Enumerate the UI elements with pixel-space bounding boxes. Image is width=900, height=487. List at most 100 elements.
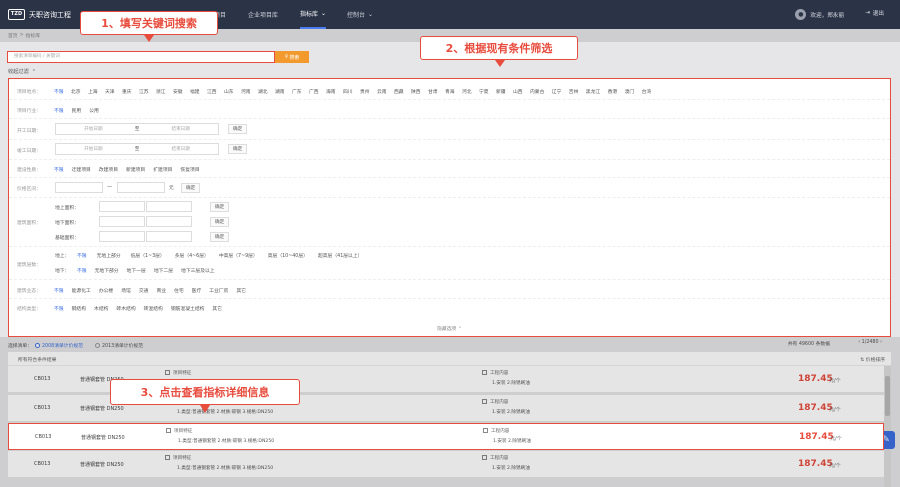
filter-option[interactable]: 宁夏 [479, 88, 489, 95]
area-foundation-min-input[interactable] [99, 231, 145, 242]
filter-option[interactable]: 其它 [236, 287, 246, 294]
filter-option[interactable]: 钢结构 [72, 305, 86, 312]
filter-option[interactable]: 民用 [72, 107, 82, 114]
filter-option[interactable]: 地下二层 [154, 267, 173, 274]
filter-option[interactable]: 中高层（7~9层） [219, 252, 258, 259]
filter-option[interactable]: 医疗 [192, 287, 202, 294]
filter-option[interactable]: 不限 [77, 252, 87, 259]
filter-option[interactable]: 砖混结构 [144, 305, 163, 312]
filter-option[interactable]: 北京 [71, 88, 81, 95]
filter-option[interactable]: 新建项目 [126, 166, 145, 173]
filter-option[interactable]: 山东 [224, 88, 234, 95]
filter-option[interactable]: 黑龙江 [586, 88, 600, 95]
search-input[interactable]: 搜索清单编码 / 关键词 [7, 51, 275, 63]
area-above-confirm-button[interactable]: 确定 [210, 202, 230, 212]
filter-option[interactable]: 其它 [212, 305, 222, 312]
filter-option[interactable]: 四川 [343, 88, 353, 95]
filter-option[interactable]: 多层（4~6层） [175, 252, 209, 259]
filter-option[interactable]: 工业厂房 [209, 287, 228, 294]
filter-toggle[interactable]: 收起过滤 ⌃ [8, 68, 36, 76]
area-below-min-input[interactable] [99, 216, 145, 227]
nav-item-index-library[interactable]: 指标库 ⌄ [300, 0, 327, 29]
filter-option[interactable]: 办公楼 [99, 287, 113, 294]
filter-option[interactable]: 新疆 [496, 88, 506, 95]
area-below-confirm-button[interactable]: 确定 [210, 217, 230, 227]
list-item[interactable]: CB013 普通钢套管 DN250 项目特征 1.类型:普通钢套管 2.材质:碳钢 3… [8, 423, 884, 450]
filter-option[interactable]: 恢复项目 [180, 166, 199, 173]
filter-option[interactable]: 天津 [105, 88, 115, 95]
filter-option[interactable]: 澳门 [625, 88, 635, 95]
filter-option[interactable]: 内蒙古 [530, 88, 544, 95]
filter-option[interactable]: 上海 [88, 88, 98, 95]
filter-option[interactable]: 交通 [139, 287, 149, 294]
start-date-range[interactable]: 开始日期 至 结束日期 [55, 123, 219, 135]
filter-option[interactable]: 青海 [445, 88, 455, 95]
filter-option[interactable]: 台湾 [642, 88, 652, 95]
start-date-to[interactable]: 结束日期 [143, 126, 218, 132]
filter-option[interactable]: 福建 [190, 88, 200, 95]
filter-option[interactable]: 不限 [54, 166, 64, 173]
filter-option[interactable]: 木结构 [94, 305, 108, 312]
user-menu[interactable]: ● 欢迎，郑永丽 [795, 9, 844, 20]
area-foundation-max-input[interactable] [146, 231, 192, 242]
filter-option[interactable]: 河南 [241, 88, 251, 95]
filter-option[interactable]: 山西 [513, 88, 523, 95]
filter-option[interactable]: 地下三层及以上 [181, 267, 215, 274]
filter-option[interactable]: 砖木结构 [116, 305, 135, 312]
filter-option[interactable]: 不限 [54, 107, 64, 114]
filter-option[interactable]: 场馆 [121, 287, 131, 294]
filter-option[interactable]: 无地上部分 [97, 252, 121, 259]
filter-option[interactable]: 吉林 [569, 88, 579, 95]
logo[interactable]: TZD 天职咨询工程 [8, 9, 71, 20]
nav-item-enterprise-library[interactable]: 企业项目库 [248, 0, 278, 29]
filter-option[interactable]: 无地下部分 [95, 267, 119, 274]
price-max-input[interactable] [117, 182, 165, 193]
filter-option[interactable]: 云南 [377, 88, 387, 95]
item-name[interactable]: 普通钢套管 DN250 [81, 434, 125, 441]
filter-option[interactable]: 不限 [54, 287, 64, 294]
area-below-max-input[interactable] [146, 216, 192, 227]
filter-option[interactable]: 陕西 [411, 88, 421, 95]
collapse-options-link[interactable]: 隐藏选项 ⌃ [9, 325, 890, 332]
area-foundation-confirm-button[interactable]: 确定 [210, 232, 230, 242]
filter-option[interactable]: 能源化工 [72, 287, 91, 294]
filter-option[interactable]: 住宅 [174, 287, 184, 294]
filter-option[interactable]: 浙江 [156, 88, 166, 95]
filter-option[interactable]: 重庆 [122, 88, 132, 95]
start-date-from[interactable]: 开始日期 [56, 126, 131, 132]
search-button[interactable]: ⚲ 搜索 [275, 51, 309, 63]
filter-option[interactable]: 广西 [309, 88, 319, 95]
filter-option[interactable]: 钢筋混凝土结构 [171, 305, 205, 312]
filter-option[interactable]: 扩建项目 [153, 166, 172, 173]
filter-option[interactable]: 公用 [89, 107, 99, 114]
filter-option[interactable]: 湖北 [258, 88, 268, 95]
end-date-from[interactable]: 开始日期 [56, 146, 131, 152]
area-above-max-input[interactable] [146, 201, 192, 212]
filter-option[interactable]: 高层（10~40层） [268, 252, 308, 259]
filter-option[interactable]: 西藏 [394, 88, 404, 95]
filter-option[interactable]: 广东 [292, 88, 302, 95]
price-confirm-button[interactable]: 确定 [181, 183, 201, 193]
filter-option[interactable]: 贵州 [360, 88, 370, 95]
start-date-confirm-button[interactable]: 确定 [228, 124, 248, 134]
filter-option[interactable]: 海南 [326, 88, 336, 95]
filter-option[interactable]: 江西 [207, 88, 217, 95]
filter-option[interactable]: 甘肃 [428, 88, 438, 95]
filter-option[interactable]: 低层（1~3层） [131, 252, 165, 259]
end-date-confirm-button[interactable]: 确定 [228, 144, 248, 154]
filter-option[interactable]: 不限 [54, 305, 64, 312]
area-above-min-input[interactable] [99, 201, 145, 212]
filter-option[interactable]: 商业 [156, 287, 166, 294]
filter-option[interactable]: 改建项目 [99, 166, 118, 173]
price-min-input[interactable] [55, 182, 103, 193]
filter-option[interactable]: 不限 [54, 88, 64, 95]
filter-option[interactable]: 超高层（41层以上） [318, 252, 362, 259]
end-date-range[interactable]: 开始日期 至 结束日期 [55, 143, 219, 155]
filter-option[interactable]: 江苏 [139, 88, 149, 95]
filter-option[interactable]: 湖南 [275, 88, 285, 95]
filter-option[interactable]: 地下一层 [127, 267, 146, 274]
filter-option[interactable]: 香港 [608, 88, 618, 95]
nav-item-console[interactable]: 控制台 ⌄ [347, 0, 373, 29]
filter-option[interactable]: 不限 [77, 267, 87, 274]
filter-option[interactable]: 辽宁 [552, 88, 562, 95]
